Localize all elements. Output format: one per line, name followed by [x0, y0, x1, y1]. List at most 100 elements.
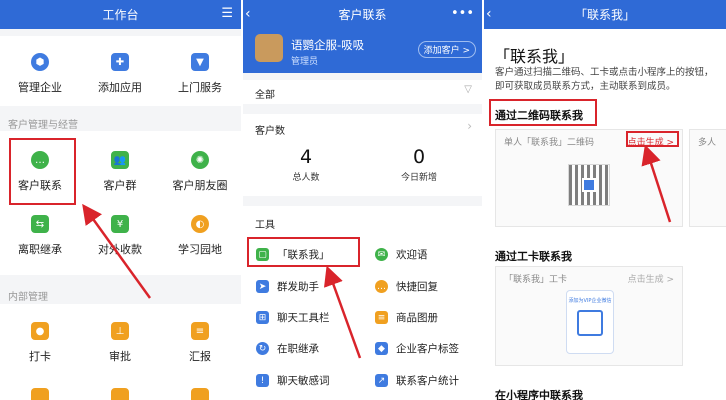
toolbar-icon: ⊞: [256, 311, 269, 324]
tool-mass-send[interactable]: ➤ 群发助手: [256, 279, 319, 294]
tool-sensitive-words[interactable]: ! 聊天敏感词: [256, 373, 330, 388]
add-customer-button[interactable]: 添加客户 >: [417, 41, 476, 58]
tool-label: 聊天工具栏: [277, 312, 330, 324]
customer-stats: 客户数 › 4 总人数 0 今日新增: [243, 114, 482, 196]
contact-title: 客户联系: [338, 8, 387, 22]
tool-quick-reply[interactable]: … 快捷回复: [375, 279, 438, 294]
app-add[interactable]: ✚ 添加应用: [80, 53, 160, 95]
app-external-payment[interactable]: ¥ 对外收款: [80, 215, 160, 257]
generate-link[interactable]: 点击生成 >: [628, 272, 674, 285]
chart-icon: ↗: [375, 374, 388, 387]
qr-frame: [577, 310, 603, 336]
contactme-title: 「联系我」: [574, 8, 635, 22]
app-label: 打卡: [29, 350, 51, 363]
more-icon[interactable]: •••: [451, 6, 474, 21]
hexagon-icon: ⬢: [31, 53, 49, 71]
stat-today: 0 今日新增: [389, 146, 449, 183]
highlight-box: [247, 237, 360, 267]
app-manage-enterprise[interactable]: ⬢ 管理企业: [0, 53, 80, 95]
app-report[interactable]: ≡ 汇报: [160, 322, 240, 364]
section-caption: 客户管理与经营: [8, 120, 78, 131]
app-label: 添加应用: [98, 81, 142, 94]
add-app-icon: ✚: [111, 53, 129, 71]
inherit-icon: ↻: [256, 342, 269, 355]
app-resigned-inherit[interactable]: ⇆ 离职继承: [0, 215, 80, 257]
handover-icon: ⇆: [31, 215, 49, 233]
contact-header: ‹ 客户联系 •••: [243, 0, 482, 29]
tools-section: 工具 ▢ 「联系我」 ✉ 欢迎语 ➤ 群发助手 … 快捷回复 ⊞ 聊天工具栏 ≡ 商品图册 …: [243, 206, 482, 400]
tie-icon: ▼: [191, 53, 209, 71]
welcome-icon: ✉: [375, 248, 388, 261]
album-icon: ≡: [375, 311, 388, 324]
work-card[interactable]: 「联系我」工卡 点击生成 > 添加为VIP企业微信: [495, 266, 683, 366]
tool-label: 欢迎语: [396, 249, 428, 261]
app-label: 汇报: [189, 350, 211, 363]
highlight-box: [626, 131, 679, 147]
app-approval[interactable]: ⊥ 审批: [80, 322, 160, 364]
aperture-icon: ✺: [191, 151, 209, 169]
filter-label: 全部: [255, 90, 275, 101]
planet-icon: ◐: [191, 215, 209, 233]
app-label: 上门服务: [178, 81, 222, 94]
tool-customer-tags[interactable]: ◆ 企业客户标签: [375, 341, 459, 356]
tool-active-inherit[interactable]: ↻ 在职继承: [256, 341, 319, 356]
highlight-box: [489, 99, 597, 126]
customer-contact-panel: ‹ 客户联系 ••• 语鹦企服-吸吸 管理员 添加客户 > 全部 ▽ 客户数 ›…: [243, 0, 482, 400]
miniprogram-heading: 在小程序中联系我: [495, 389, 583, 400]
filter-bar[interactable]: 全部 ▽: [243, 80, 482, 104]
multi-qr-card[interactable]: 多人: [689, 129, 726, 227]
tools-label: 工具: [255, 220, 275, 231]
app-icon-partial: [111, 388, 129, 400]
chevron-right-icon[interactable]: ›: [467, 119, 472, 133]
internal-apps-section: ● 打卡 ⊥ 审批 ≡ 汇报: [0, 304, 241, 400]
stat-value: 4: [299, 146, 313, 168]
card-title: 单人「联系我」二维码: [504, 138, 595, 148]
top-apps-section: ⬢ 管理企业 ✚ 添加应用 ▼ 上门服务: [0, 36, 241, 106]
report-icon: ≡: [191, 322, 209, 340]
contact-me-panel: ‹ 「联系我」 「联系我」 客户通过扫描二维码、工卡或点击小程序上的按钮，即可获…: [484, 0, 726, 400]
app-icon-partial: [191, 388, 209, 400]
user-role: 管理员: [291, 57, 319, 67]
profile-banner: 语鹦企服-吸吸 管理员 添加客户 >: [243, 29, 482, 73]
app-label: 离职继承: [18, 243, 62, 256]
tool-contact-stats[interactable]: ↗ 联系客户统计: [375, 373, 459, 388]
section-caption: 内部管理: [8, 292, 48, 303]
back-icon[interactable]: ‹: [245, 6, 251, 22]
card-heading: 通过工卡联系我: [495, 250, 572, 263]
app-label: 客户朋友圈: [172, 179, 228, 192]
quick-reply-icon: …: [375, 280, 388, 293]
app-label: 审批: [109, 350, 131, 363]
sensitive-words-icon: !: [256, 374, 269, 387]
app-learning[interactable]: ◐ 学习园地: [160, 215, 240, 257]
settings-icon[interactable]: ☰: [221, 6, 233, 21]
filter-icon[interactable]: ▽: [464, 84, 472, 95]
send-icon: ➤: [256, 280, 269, 293]
group-icon: 👥: [111, 151, 129, 169]
tool-welcome[interactable]: ✉ 欢迎语: [375, 247, 428, 262]
stat-value: 0: [412, 146, 426, 168]
app-label: 管理企业: [18, 81, 62, 94]
tool-label: 在职继承: [277, 343, 319, 355]
tool-chat-toolbar[interactable]: ⊞ 聊天工具栏: [256, 310, 330, 325]
card-title: 多人: [698, 138, 717, 148]
tag-icon: ◆: [375, 342, 388, 355]
app-customer-group[interactable]: 👥 客户群: [80, 151, 160, 193]
page-description: 客户通过扫描二维码、工卡或点击小程序上的按钮，即可获取成员联系方式，主动联系到成…: [495, 67, 714, 92]
app-moments[interactable]: ✺ 客户朋友圈: [160, 151, 240, 193]
back-icon[interactable]: ‹: [486, 6, 492, 22]
stat-total: 4 总人数: [276, 146, 336, 183]
stat-label: 总人数: [292, 173, 320, 183]
page-heading: 「联系我」: [494, 47, 575, 66]
workbench-panel: 工作台 ☰ ⬢ 管理企业 ✚ 添加应用 ▼ 上门服务 客户管理与经营 … 客户联…: [0, 0, 241, 400]
tool-product-album[interactable]: ≡ 商品图册: [375, 310, 438, 325]
highlight-box: [9, 138, 76, 205]
app-label: 对外收款: [98, 243, 142, 256]
app-onsite-service[interactable]: ▼ 上门服务: [160, 53, 240, 95]
app-checkin[interactable]: ● 打卡: [0, 322, 80, 364]
stat-label: 今日新增: [400, 173, 437, 183]
tool-label: 商品图册: [396, 312, 438, 324]
screenshot-root: 工作台 ☰ ⬢ 管理企业 ✚ 添加应用 ▼ 上门服务 客户管理与经营 … 客户联…: [0, 0, 726, 400]
customer-count-label: 客户数: [255, 126, 285, 137]
avatar: [255, 34, 283, 62]
app-label: 客户群: [103, 179, 137, 192]
